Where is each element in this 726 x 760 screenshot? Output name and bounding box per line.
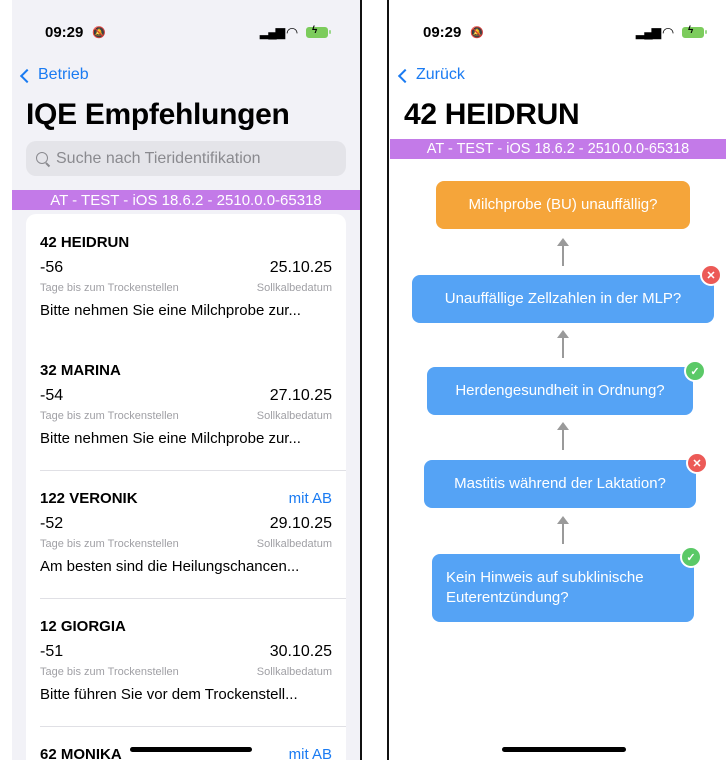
check-icon: ✓ <box>684 360 706 382</box>
days-value: -54 <box>40 387 64 404</box>
divider <box>40 470 346 471</box>
arrow-up-icon <box>557 422 569 450</box>
home-indicator[interactable] <box>502 747 626 752</box>
bell-muted-icon: 🔕 <box>470 27 484 39</box>
date-label: Sollkalbedatum <box>256 538 332 550</box>
environment-banner: AT - TEST - iOS 18.6.2 - 2510.0.0-65318 <box>12 190 360 210</box>
environment-banner: AT - TEST - iOS 18.6.2 - 2510.0.0-65318 <box>390 139 726 159</box>
check-icon: ✓ <box>680 546 702 568</box>
recommendation-text: Bitte nehmen Sie eine Milchprobe zur... <box>40 430 301 447</box>
days-label: Tage bis zum Trockenstellen <box>40 282 179 294</box>
divider <box>40 598 346 599</box>
back-label: Betrieb <box>38 66 89 83</box>
bell-muted-icon: 🔕 <box>92 27 106 39</box>
arrow-up-icon <box>557 330 569 358</box>
animal-name: 32 MARINA <box>40 362 121 379</box>
divider <box>40 726 346 727</box>
days-value: -51 <box>40 643 64 660</box>
wifi-icon: ◠ <box>286 24 299 40</box>
search-placeholder: Suche nach Tieridentifikation <box>56 149 261 167</box>
days-label: Tage bis zum Trockenstellen <box>40 538 179 550</box>
recommendation-text: Am besten sind die Heilungschancen... <box>40 558 300 575</box>
arrow-up-icon <box>557 516 569 544</box>
recommendations-screen: 09:29 🔕 ▂▄▆ ◠ ϟ Betrieb IQE Empfehlungen… <box>12 0 360 760</box>
date-value: 30.10.25 <box>269 643 332 660</box>
date-label: Sollkalbedatum <box>256 410 332 422</box>
page-title: 42 HEIDRUN <box>404 98 580 131</box>
status-time: 09:29 <box>423 24 462 41</box>
status-bar: 09:29 🔕 ▂▄▆ ◠ ϟ <box>12 24 360 44</box>
decision-node[interactable]: Kein Hinweis auf subklinische Euterentzü… <box>432 554 694 622</box>
days-value: -52 <box>40 515 64 532</box>
signal-icon: ▂▄▆ <box>260 25 285 39</box>
date-value: 25.10.25 <box>269 259 332 276</box>
search-input[interactable]: Suche nach Tieridentifikation <box>26 141 346 176</box>
date-label: Sollkalbedatum <box>256 666 332 678</box>
date-value: 27.10.25 <box>269 387 332 404</box>
animal-name: 122 VERONIK <box>40 490 138 507</box>
search-icon <box>36 151 50 166</box>
decision-node[interactable]: Unauffällige Zellzahlen in der MLP? <box>412 275 714 323</box>
battery-icon: ϟ <box>306 25 331 38</box>
chevron-left-icon <box>397 68 413 83</box>
decision-node[interactable]: Mastitis während der Laktation? <box>424 460 696 508</box>
status-time: 09:29 <box>45 24 84 41</box>
fail-icon: ✕ <box>700 264 722 286</box>
recommendation-list: 42 HEIDRUN -56 25.10.25 Tage bis zum Tro… <box>26 214 346 760</box>
arrow-up-icon <box>557 238 569 266</box>
days-label: Tage bis zum Trockenstellen <box>40 410 179 422</box>
home-indicator[interactable] <box>130 747 252 752</box>
date-label: Sollkalbedatum <box>256 282 332 294</box>
device-border <box>360 0 362 760</box>
recommendation-text: Bitte nehmen Sie eine Milchprobe zur... <box>40 302 301 319</box>
back-button[interactable]: Zurück <box>397 66 465 84</box>
decision-node[interactable]: Milchprobe (BU) unauffällig? <box>436 181 690 229</box>
list-item[interactable]: 32 MARINA -54 27.10.25 Tage bis zum Troc… <box>40 362 332 462</box>
animal-name: 42 HEIDRUN <box>40 234 130 251</box>
antibiotic-badge: mit AB <box>288 490 332 507</box>
wifi-icon: ◠ <box>662 24 675 40</box>
days-label: Tage bis zum Trockenstellen <box>40 666 179 678</box>
date-value: 29.10.25 <box>269 515 332 532</box>
battery-icon: ϟ <box>682 25 707 38</box>
fail-icon: ✕ <box>686 452 708 474</box>
status-bar: 09:29 🔕 ▂▄▆ ◠ ϟ <box>390 24 726 44</box>
decision-tree-screen: 09:29 🔕 ▂▄▆ ◠ ϟ Zurück 42 HEIDRUN AT - T… <box>390 0 726 760</box>
chevron-left-icon <box>19 68 35 83</box>
list-item[interactable]: 12 GIORGIA -51 30.10.25 Tage bis zum Tro… <box>40 618 332 718</box>
back-label: Zurück <box>416 66 465 83</box>
signal-icon: ▂▄▆ <box>636 25 661 39</box>
animal-name: 12 GIORGIA <box>40 618 126 635</box>
page-title: IQE Empfehlungen <box>26 98 290 131</box>
back-button[interactable]: Betrieb <box>19 66 89 84</box>
recommendation-text: Bitte führen Sie vor dem Trockenstell... <box>40 686 298 703</box>
device-border <box>387 0 389 760</box>
days-value: -56 <box>40 259 64 276</box>
animal-name: 62 MONIKA <box>40 746 122 760</box>
list-item[interactable]: 42 HEIDRUN -56 25.10.25 Tage bis zum Tro… <box>40 234 332 334</box>
antibiotic-badge: mit AB <box>288 746 332 760</box>
decision-node[interactable]: Herdengesundheit in Ordnung? <box>427 367 693 415</box>
list-item[interactable]: 122 VERONIK mit AB -52 29.10.25 Tage bis… <box>40 490 332 590</box>
